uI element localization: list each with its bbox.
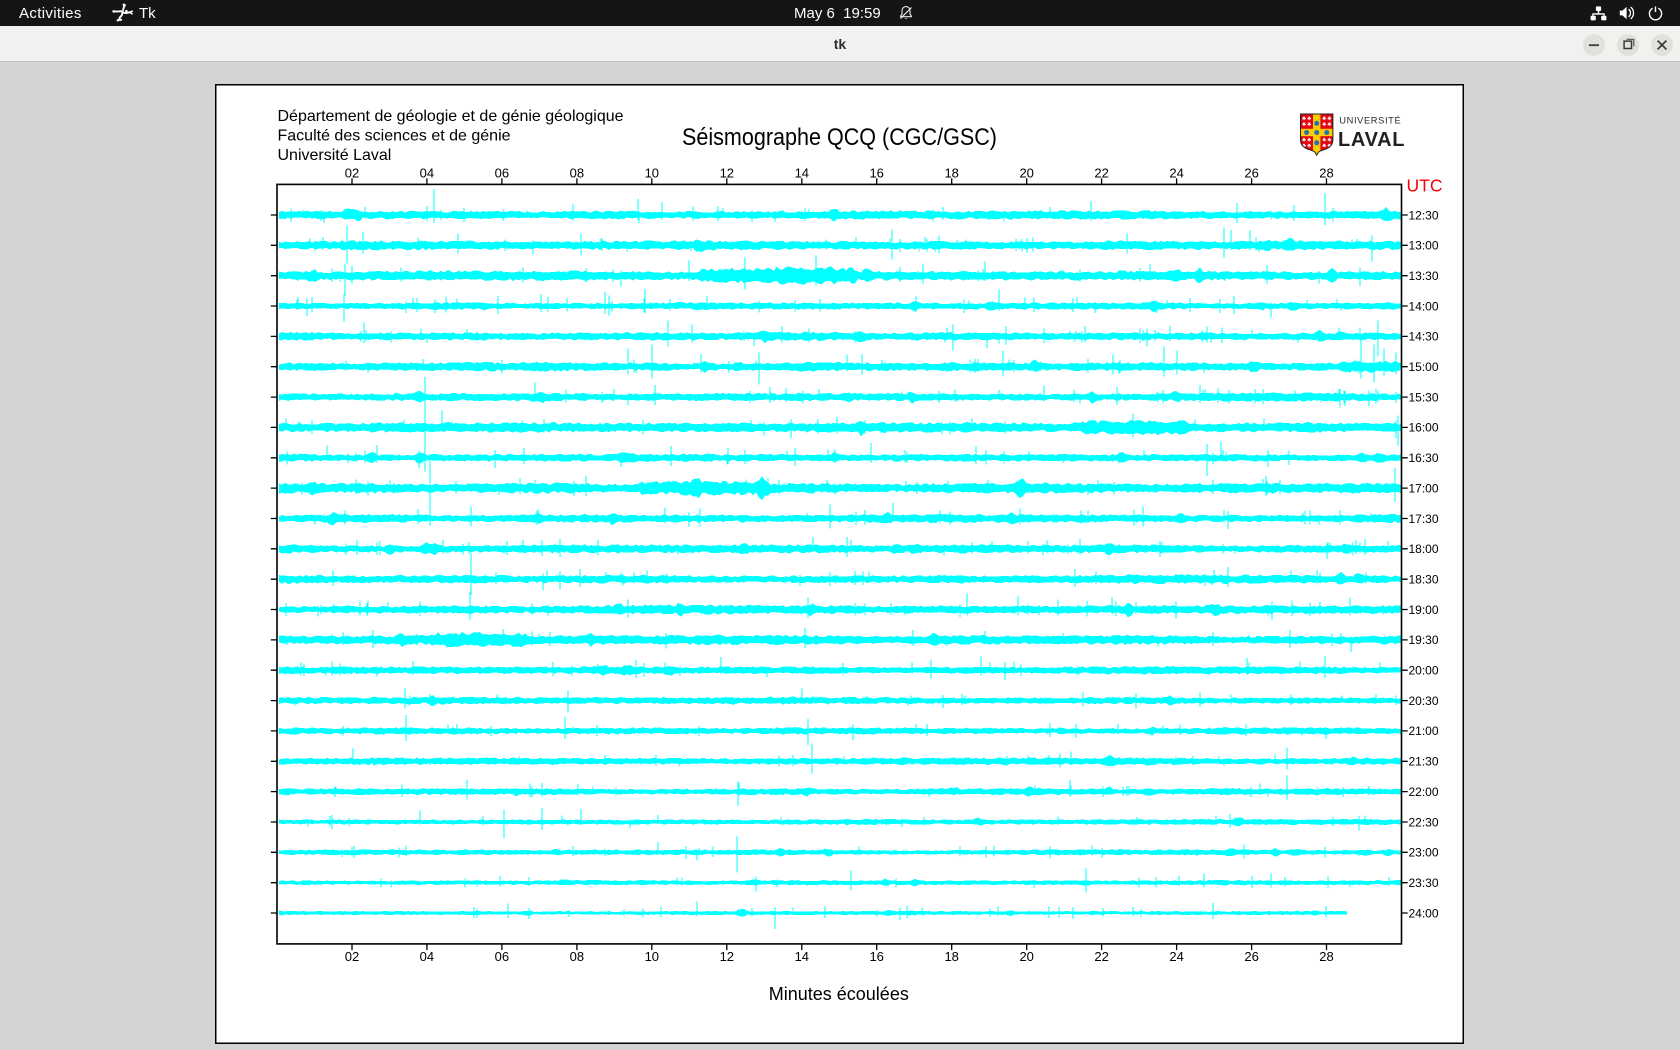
svg-text:Université Laval: Université Laval	[278, 147, 392, 164]
svg-text:15:30: 15:30	[1409, 390, 1439, 404]
svg-text:17:30: 17:30	[1409, 512, 1439, 526]
svg-text:22:30: 22:30	[1409, 815, 1439, 829]
svg-text:LAVAL: LAVAL	[1338, 129, 1405, 151]
svg-text:21:30: 21:30	[1409, 755, 1439, 769]
svg-text:18:30: 18:30	[1409, 573, 1439, 587]
svg-text:Département de géologie et de: Département de géologie et de génie géol…	[278, 108, 624, 125]
svg-text:20: 20	[1019, 949, 1033, 964]
svg-text:16: 16	[869, 949, 883, 964]
svg-text:14:00: 14:00	[1409, 299, 1439, 313]
svg-text:12: 12	[720, 949, 734, 964]
svg-text:Minutes écoulées: Minutes écoulées	[769, 984, 909, 1004]
svg-text:08: 08	[570, 949, 584, 964]
svg-text:20:30: 20:30	[1409, 694, 1439, 708]
svg-text:14: 14	[795, 949, 809, 964]
svg-text:20:00: 20:00	[1409, 664, 1439, 678]
svg-text:UNIVERSITÉ: UNIVERSITÉ	[1339, 115, 1401, 125]
svg-text:15:00: 15:00	[1409, 360, 1439, 374]
svg-text:12:30: 12:30	[1409, 208, 1439, 222]
svg-text:06: 06	[495, 949, 509, 964]
svg-text:28: 28	[1319, 949, 1333, 964]
svg-text:24: 24	[1169, 949, 1183, 964]
svg-text:13:00: 13:00	[1409, 239, 1439, 253]
svg-text:19:30: 19:30	[1409, 633, 1439, 647]
svg-text:23:30: 23:30	[1409, 876, 1439, 890]
svg-text:04: 04	[420, 949, 434, 964]
svg-text:21:00: 21:00	[1409, 724, 1439, 738]
svg-text:24:00: 24:00	[1409, 906, 1439, 920]
svg-text:22:00: 22:00	[1409, 785, 1439, 799]
svg-text:26: 26	[1244, 949, 1258, 964]
svg-text:17:00: 17:00	[1409, 481, 1439, 495]
svg-text:Séismographe QCQ (CGC/GSC): Séismographe QCQ (CGC/GSC)	[682, 124, 997, 151]
svg-text:19:00: 19:00	[1409, 603, 1439, 617]
svg-text:16:30: 16:30	[1409, 451, 1439, 465]
svg-text:02: 02	[345, 949, 359, 964]
svg-text:14:30: 14:30	[1409, 330, 1439, 344]
svg-text:22: 22	[1094, 949, 1108, 964]
svg-text:13:30: 13:30	[1409, 269, 1439, 283]
svg-text:UTC: UTC	[1407, 176, 1443, 196]
svg-text:18: 18	[944, 949, 958, 964]
svg-text:23:00: 23:00	[1409, 846, 1439, 860]
svg-text:18:00: 18:00	[1409, 542, 1439, 556]
svg-text:Faculté des sciences et de gén: Faculté des sciences et de génie	[278, 128, 511, 145]
svg-text:16:00: 16:00	[1409, 421, 1439, 435]
svg-text:10: 10	[645, 949, 659, 964]
